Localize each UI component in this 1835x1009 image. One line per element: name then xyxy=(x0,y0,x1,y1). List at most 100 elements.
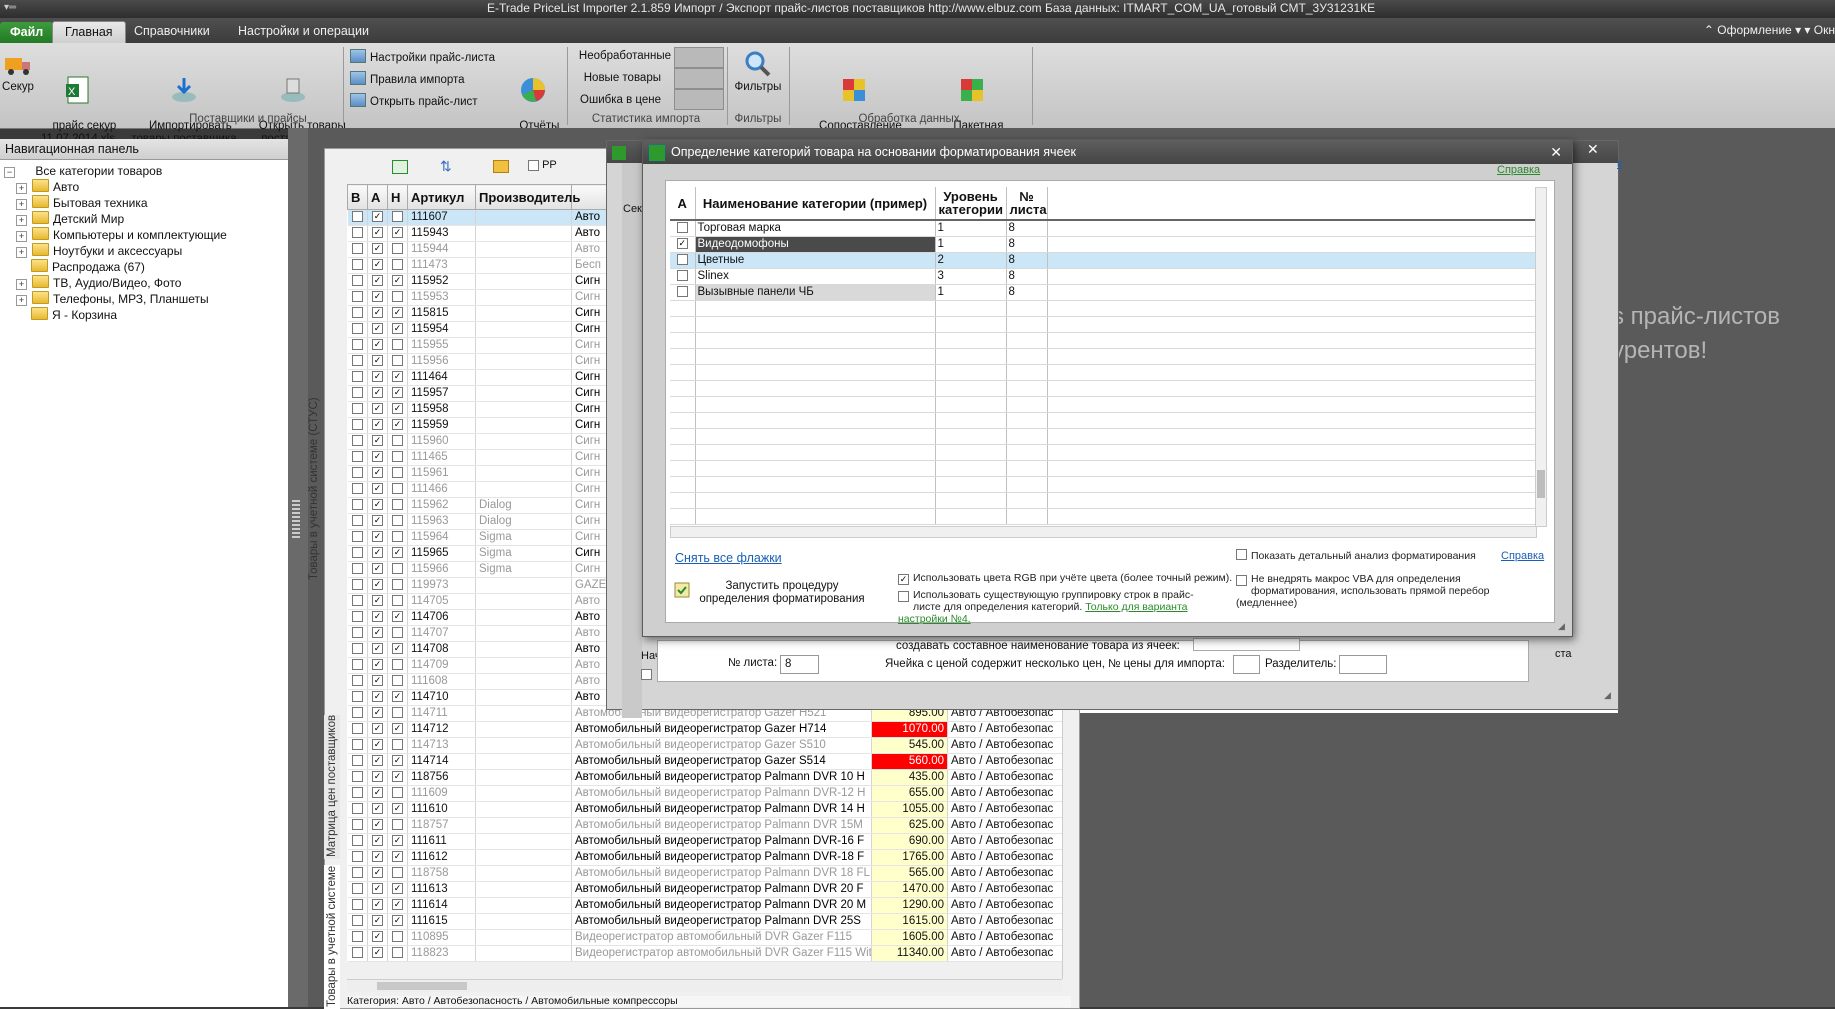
row-n-checkbox[interactable]: ✓ xyxy=(392,643,403,655)
tree-item-tv[interactable]: + ТВ, Аудио/Видео, Фото xyxy=(16,275,181,291)
row-v-checkbox[interactable] xyxy=(351,547,363,559)
resize-grip-icon[interactable]: ◢ xyxy=(1558,621,1568,631)
expand-icon[interactable]: + xyxy=(16,279,27,290)
row-a-checkbox[interactable]: ✓ xyxy=(372,707,383,719)
row-v-checkbox[interactable] xyxy=(351,915,363,927)
row-a-checkbox[interactable]: ✓ xyxy=(372,803,383,815)
row-n-checkbox[interactable] xyxy=(392,707,403,719)
expand-icon[interactable]: + xyxy=(16,183,27,194)
row-n-checkbox[interactable] xyxy=(392,291,403,303)
row-v-checkbox[interactable] xyxy=(351,691,363,703)
row-v-checkbox[interactable] xyxy=(351,579,363,591)
table-row[interactable]: ✓ ✓ 114712 Автомобильный видеорегистратор G… xyxy=(347,721,1072,738)
row-a-checkbox[interactable]: ✓ xyxy=(372,915,383,927)
row-a-checkbox[interactable]: ✓ xyxy=(372,387,383,399)
row-a-checkbox[interactable]: ✓ xyxy=(372,947,383,959)
category-row[interactable]: Цветные 2 8 xyxy=(670,252,1535,269)
row-v-checkbox[interactable] xyxy=(351,675,363,687)
no-vba-checkbox[interactable] xyxy=(1236,575,1247,586)
category-active-checkbox[interactable]: ✓ xyxy=(676,238,688,250)
row-a-checkbox[interactable]: ✓ xyxy=(372,451,383,463)
row-v-checkbox[interactable] xyxy=(351,707,363,719)
row-n-checkbox[interactable]: ✓ xyxy=(392,227,403,239)
row-n-checkbox[interactable]: ✓ xyxy=(392,803,403,815)
table-row[interactable]: ✓ 111609 Автомобильный видеорегистратор Pa… xyxy=(347,785,1072,802)
tree-item-cart[interactable]: Я - Корзина xyxy=(31,307,117,323)
open-pricelist-button[interactable]: Открыть прайс-лист xyxy=(350,93,478,108)
row-a-checkbox[interactable]: ✓ xyxy=(372,371,383,383)
row-n-checkbox[interactable]: ✓ xyxy=(392,851,403,863)
row-n-checkbox[interactable] xyxy=(392,483,403,495)
row-n-checkbox[interactable] xyxy=(392,451,403,463)
col-header-level[interactable]: Уровень категории xyxy=(935,187,1007,221)
row-v-checkbox[interactable] xyxy=(351,627,363,639)
row-n-checkbox[interactable]: ✓ xyxy=(392,387,403,399)
row-n-checkbox[interactable] xyxy=(392,515,403,527)
row-v-checkbox[interactable] xyxy=(351,787,363,799)
row-a-checkbox[interactable]: ✓ xyxy=(372,307,383,319)
row-v-checkbox[interactable] xyxy=(351,339,363,351)
category-name-cell[interactable]: Торговая марка xyxy=(695,220,936,237)
goods-table-hscrollbar[interactable] xyxy=(347,979,1062,992)
row-n-checkbox[interactable] xyxy=(392,211,403,223)
row-v-checkbox[interactable] xyxy=(351,355,363,367)
row-a-checkbox[interactable]: ✓ xyxy=(372,643,383,655)
filters-button[interactable]: Фильтры xyxy=(733,49,783,94)
category-active-checkbox[interactable] xyxy=(676,222,688,234)
export-icon[interactable] xyxy=(392,160,408,174)
run-detection-button[interactable]: Запустить процедуру определения форматир… xyxy=(674,580,874,608)
table-row[interactable]: ✓ ✓ 111610 Автомобильный видеорегистратор P… xyxy=(347,801,1072,818)
row-a-checkbox[interactable]: ✓ xyxy=(372,595,383,607)
category-row[interactable]: Slinex 3 8 xyxy=(670,268,1535,285)
row-v-checkbox[interactable] xyxy=(351,275,363,287)
table-row[interactable]: ✓ ✓ 111612 Автомобильный видеорегистратор P… xyxy=(347,849,1072,866)
row-a-checkbox[interactable]: ✓ xyxy=(372,675,383,687)
row-v-checkbox[interactable] xyxy=(351,899,363,911)
clear-all-flags-link[interactable]: Снять все флажки xyxy=(675,551,782,565)
row-v-checkbox[interactable] xyxy=(351,835,363,847)
row-n-checkbox[interactable] xyxy=(392,467,403,479)
row-n-checkbox[interactable] xyxy=(392,787,403,799)
row-v-checkbox[interactable] xyxy=(351,211,363,223)
pp-checkbox[interactable] xyxy=(528,159,539,171)
option-rgb[interactable]: ✓ Использовать цвета RGB при учёте цвета … xyxy=(898,572,1232,585)
row-a-checkbox[interactable]: ✓ xyxy=(372,547,383,559)
row-a-checkbox[interactable]: ✓ xyxy=(372,323,383,335)
row-a-checkbox[interactable]: ✓ xyxy=(372,755,383,767)
row-v-checkbox[interactable] xyxy=(351,435,363,447)
row-n-checkbox[interactable]: ✓ xyxy=(392,915,403,927)
row-n-checkbox[interactable] xyxy=(392,339,403,351)
row-n-checkbox[interactable]: ✓ xyxy=(392,691,403,703)
row-a-checkbox[interactable]: ✓ xyxy=(372,931,383,943)
row-a-checkbox[interactable]: ✓ xyxy=(372,611,383,623)
tree-item-phones[interactable]: + Телефоны, МРЗ, Планшеты xyxy=(16,291,209,307)
row-v-checkbox[interactable] xyxy=(351,771,363,783)
row-a-checkbox[interactable]: ✓ xyxy=(372,771,383,783)
row-a-checkbox[interactable]: ✓ xyxy=(372,787,383,799)
table-row[interactable]: ✓ ✓ 114714 Автомобильный видеорегистратор G… xyxy=(347,753,1072,770)
table-row[interactable]: ✓ 118823 Видеорегистратор автомобильный DV… xyxy=(347,945,1072,962)
expand-icon[interactable]: + xyxy=(16,231,27,242)
category-sheet-cell[interactable]: 8 xyxy=(1006,268,1048,285)
tree-item-computers[interactable]: + Компьютеры и комплектующие xyxy=(16,227,227,243)
row-v-checkbox[interactable] xyxy=(351,739,363,751)
row-n-checkbox[interactable]: ✓ xyxy=(392,755,403,767)
pricelist-settings-button[interactable]: Настройки прайс-листа xyxy=(350,49,495,64)
category-table-hscrollbar[interactable] xyxy=(670,526,1537,538)
row-n-checkbox[interactable] xyxy=(392,563,403,575)
row-v-checkbox[interactable] xyxy=(351,947,363,959)
category-row[interactable]: Вызывные панели ЧБ 1 8 xyxy=(670,284,1535,301)
category-name-cell[interactable]: Цветные xyxy=(695,252,936,269)
row-a-checkbox[interactable]: ✓ xyxy=(372,739,383,751)
row-v-checkbox[interactable] xyxy=(351,371,363,383)
row-n-checkbox[interactable] xyxy=(392,243,403,255)
category-sheet-cell[interactable]: 8 xyxy=(1006,236,1048,253)
row-a-checkbox[interactable]: ✓ xyxy=(372,579,383,591)
row-a-checkbox[interactable]: ✓ xyxy=(372,355,383,367)
row-a-checkbox[interactable]: ✓ xyxy=(372,291,383,303)
row-n-checkbox[interactable] xyxy=(392,659,403,671)
resize-grip-icon[interactable]: ◢ xyxy=(1604,690,1614,700)
row-n-checkbox[interactable]: ✓ xyxy=(392,547,403,559)
row-v-checkbox[interactable] xyxy=(351,515,363,527)
window-menu[interactable]: Окн xyxy=(1814,23,1835,37)
